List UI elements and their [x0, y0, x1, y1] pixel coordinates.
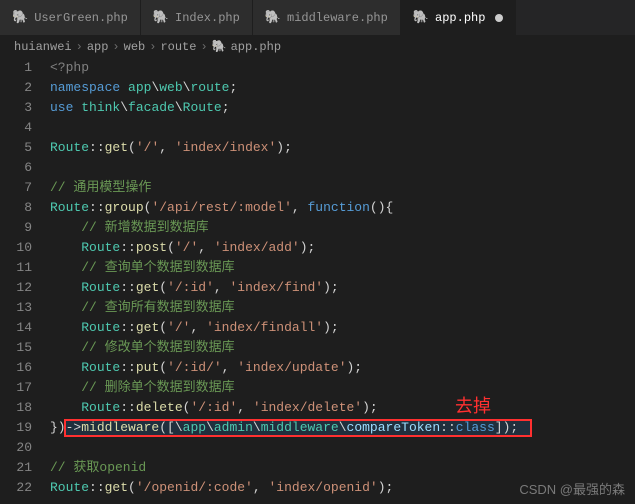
- php-icon: 🐘: [12, 10, 28, 25]
- code-line[interactable]: // 新增数据到数据库: [50, 218, 635, 238]
- line-number: 18: [0, 398, 32, 418]
- tab-label: middleware.php: [287, 11, 388, 25]
- line-number: 12: [0, 278, 32, 298]
- line-number: 9: [0, 218, 32, 238]
- code-line[interactable]: [50, 158, 635, 178]
- tab-label: Index.php: [175, 11, 240, 25]
- breadcrumb[interactable]: huianwei › app › web › route › 🐘 app.php: [0, 35, 635, 58]
- line-number: 21: [0, 458, 32, 478]
- code-line[interactable]: Route::get('/', 'index/findall');: [50, 318, 635, 338]
- breadcrumb-part: web: [124, 40, 146, 54]
- code-line[interactable]: [50, 438, 635, 458]
- line-number: 8: [0, 198, 32, 218]
- code-line[interactable]: Route::delete('/:id', 'index/delete');: [50, 398, 635, 418]
- line-number: 15: [0, 338, 32, 358]
- code-line[interactable]: Route::get('/:id', 'index/find');: [50, 278, 635, 298]
- line-gutter: 12345678910111213141516171819202122: [0, 58, 50, 498]
- code-line[interactable]: // 通用模型操作: [50, 178, 635, 198]
- code-line[interactable]: // 获取openid: [50, 458, 635, 478]
- code-line[interactable]: [50, 118, 635, 138]
- editor[interactable]: 12345678910111213141516171819202122 去掉 <…: [0, 58, 635, 498]
- php-icon: 🐘: [265, 10, 281, 25]
- line-number: 7: [0, 178, 32, 198]
- code-line[interactable]: namespace app\web\route;: [50, 78, 635, 98]
- tab-label: UserGreen.php: [34, 11, 128, 25]
- line-number: 4: [0, 118, 32, 138]
- line-number: 11: [0, 258, 32, 278]
- code-line[interactable]: Route::get('/', 'index/index');: [50, 138, 635, 158]
- watermark: CSDN @最强的森: [519, 479, 625, 498]
- code-line[interactable]: })->middleware([\app\admin\middleware\co…: [50, 418, 635, 438]
- code-line[interactable]: Route::group('/api/rest/:model', functio…: [50, 198, 635, 218]
- line-number: 20: [0, 438, 32, 458]
- line-number: 14: [0, 318, 32, 338]
- code-line[interactable]: // 查询所有数据到数据库: [50, 298, 635, 318]
- tab-index[interactable]: 🐘 Index.php: [141, 0, 253, 35]
- code-line[interactable]: Route::put('/:id/', 'index/update');: [50, 358, 635, 378]
- chevron-right-icon: ›: [76, 40, 83, 54]
- php-icon: 🐘: [413, 10, 429, 25]
- chevron-right-icon: ›: [149, 40, 156, 54]
- code-area[interactable]: 去掉 <?phpnamespace app\web\route;use thin…: [50, 58, 635, 498]
- line-number: 10: [0, 238, 32, 258]
- code-line[interactable]: Route::post('/', 'index/add');: [50, 238, 635, 258]
- line-number: 19: [0, 418, 32, 438]
- unsaved-dot-icon: [495, 14, 503, 22]
- line-number: 16: [0, 358, 32, 378]
- tab-app[interactable]: 🐘 app.php: [401, 0, 517, 35]
- tab-label: app.php: [435, 11, 485, 25]
- line-number: 3: [0, 98, 32, 118]
- breadcrumb-part: route: [160, 40, 196, 54]
- line-number: 5: [0, 138, 32, 158]
- line-number: 1: [0, 58, 32, 78]
- code-line[interactable]: <?php: [50, 58, 635, 78]
- php-icon: 🐘: [212, 39, 227, 54]
- line-number: 17: [0, 378, 32, 398]
- php-icon: 🐘: [153, 10, 169, 25]
- chevron-right-icon: ›: [112, 40, 119, 54]
- tab-usergreen[interactable]: 🐘 UserGreen.php: [0, 0, 141, 35]
- breadcrumb-part: app.php: [231, 40, 281, 54]
- tab-middleware[interactable]: 🐘 middleware.php: [253, 0, 401, 35]
- breadcrumb-part: app: [87, 40, 109, 54]
- line-number: 6: [0, 158, 32, 178]
- line-number: 13: [0, 298, 32, 318]
- code-line[interactable]: // 删除单个数据到数据库: [50, 378, 635, 398]
- tab-bar: 🐘 UserGreen.php 🐘 Index.php 🐘 middleware…: [0, 0, 635, 35]
- line-number: 22: [0, 478, 32, 498]
- code-line[interactable]: // 修改单个数据到数据库: [50, 338, 635, 358]
- breadcrumb-part: huianwei: [14, 40, 72, 54]
- code-line[interactable]: use think\facade\Route;: [50, 98, 635, 118]
- chevron-right-icon: ›: [200, 40, 207, 54]
- code-line[interactable]: // 查询单个数据到数据库: [50, 258, 635, 278]
- line-number: 2: [0, 78, 32, 98]
